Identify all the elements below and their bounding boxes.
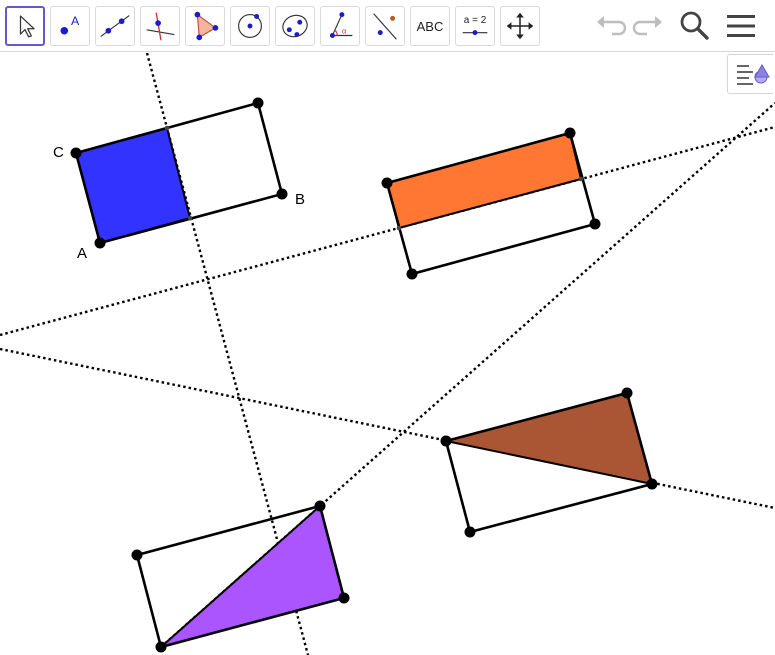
graphics-view[interactable] xyxy=(0,53,775,655)
perpendicular-icon xyxy=(146,12,175,41)
point[interactable] xyxy=(589,218,601,230)
undo-icon xyxy=(597,16,627,36)
move-arrows-icon xyxy=(506,12,534,40)
move-tool[interactable] xyxy=(5,6,45,46)
circle-tool[interactable] xyxy=(230,6,270,46)
point-a-label: A xyxy=(77,245,88,262)
search-button[interactable] xyxy=(676,8,712,44)
move-graphics-view-tool[interactable] xyxy=(500,6,540,46)
redo-icon xyxy=(632,16,662,36)
menu-icon xyxy=(727,15,755,37)
point-tool-letter: A xyxy=(71,14,80,28)
point[interactable] xyxy=(131,549,143,561)
slider-icon xyxy=(462,30,488,36)
line-icon xyxy=(100,15,130,37)
point[interactable] xyxy=(646,478,658,490)
text-tool[interactable]: ABC xyxy=(410,6,450,46)
angle-tool[interactable]: α xyxy=(320,6,360,46)
svg-text:α: α xyxy=(342,27,347,36)
polygon-tool[interactable] xyxy=(185,6,225,46)
brown-polygon[interactable] xyxy=(445,391,654,486)
redo-button[interactable] xyxy=(631,8,667,44)
point-a[interactable] xyxy=(94,237,106,249)
point[interactable] xyxy=(440,435,452,447)
point[interactable] xyxy=(314,500,326,512)
dotted-line-lower[interactable] xyxy=(0,347,775,510)
point[interactable] xyxy=(155,641,167,653)
text-tool-label: ABC xyxy=(416,18,444,34)
point-c-label: C xyxy=(53,144,64,161)
slider-tool[interactable]: a = 2 xyxy=(455,6,495,46)
point-tool[interactable]: A xyxy=(50,6,90,46)
point-c[interactable] xyxy=(70,147,82,159)
intersection-point[interactable] xyxy=(164,125,170,131)
point-d[interactable] xyxy=(252,97,264,109)
orange-polygon[interactable] xyxy=(385,131,583,230)
toolbar: A α ABC a = 2 xyxy=(0,0,775,52)
point[interactable] xyxy=(464,526,476,538)
menu-button[interactable] xyxy=(723,8,759,44)
cursor-arrow-icon xyxy=(19,15,35,38)
point-icon: A xyxy=(60,14,80,35)
perpendicular-line-tool[interactable] xyxy=(140,6,180,46)
point[interactable] xyxy=(381,177,393,189)
point[interactable] xyxy=(406,268,418,280)
conic-tool[interactable] xyxy=(275,6,315,46)
intersection-point[interactable] xyxy=(396,225,402,231)
point[interactable] xyxy=(621,387,633,399)
intersection-point[interactable] xyxy=(187,215,193,221)
angle-icon: α xyxy=(329,12,353,38)
circle-icon xyxy=(238,14,262,38)
reflect-icon xyxy=(373,13,397,40)
point[interactable] xyxy=(564,127,576,139)
reflect-tool[interactable] xyxy=(365,6,405,46)
purple-polygon[interactable] xyxy=(160,504,346,648)
line-tool[interactable] xyxy=(95,6,135,46)
point[interactable] xyxy=(338,592,350,604)
search-icon xyxy=(680,11,709,40)
point-b-label: B xyxy=(295,191,306,208)
polygon-icon xyxy=(194,11,219,41)
intersection-point[interactable] xyxy=(578,176,584,182)
undo-button[interactable] xyxy=(592,8,628,44)
point-b[interactable] xyxy=(276,188,288,200)
conic-icon xyxy=(282,14,308,38)
